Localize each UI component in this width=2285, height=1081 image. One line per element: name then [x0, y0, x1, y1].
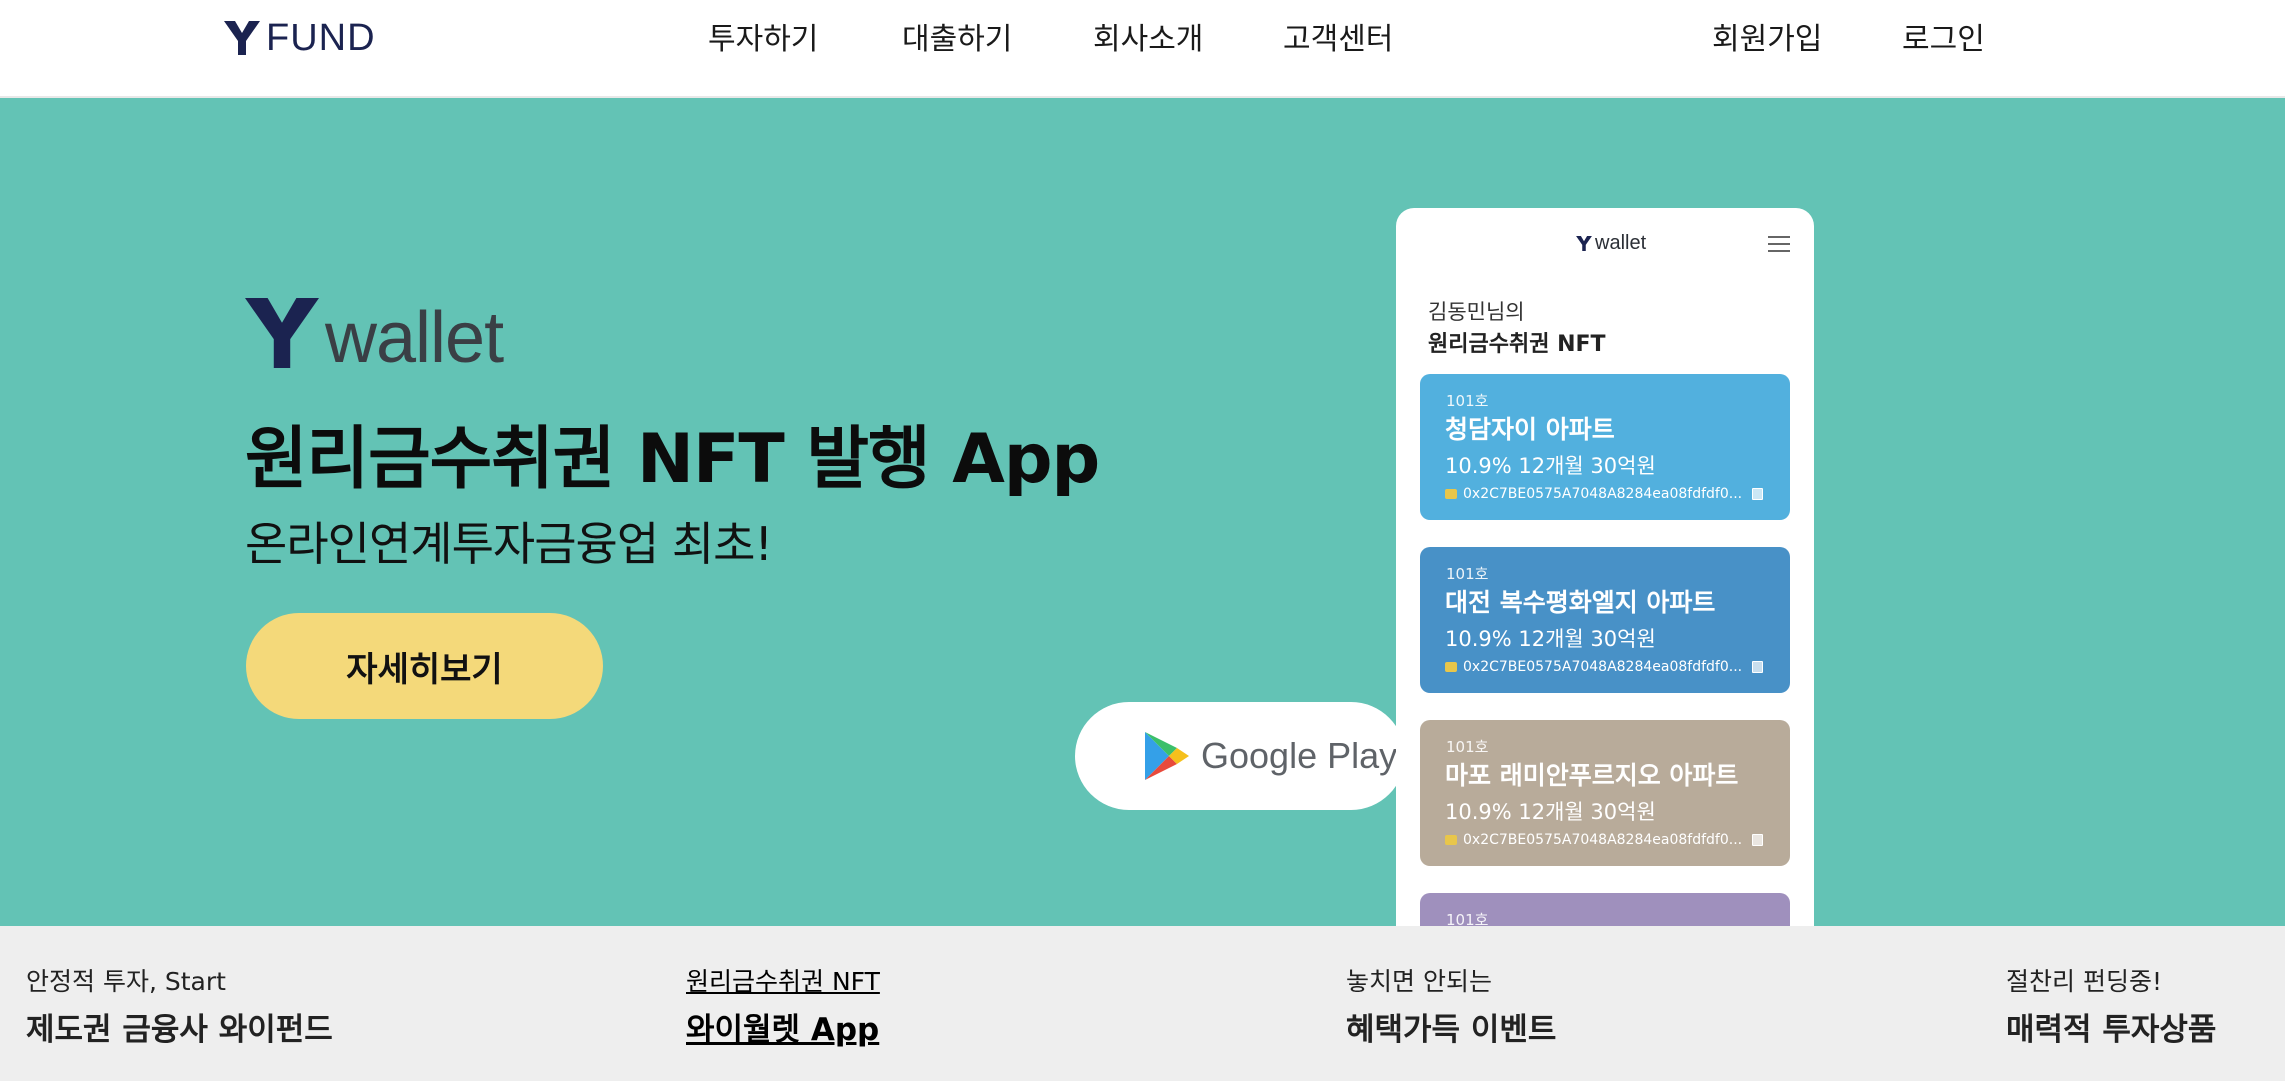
google-play-text: Google Play: [1201, 735, 1398, 776]
google-play-badge[interactable]: Google Play: [1075, 702, 1405, 810]
bottom-feature-bar: 안정적 투자, Start 제도권 금융사 와이펀드 원리금수취권 NFT 와이…: [0, 926, 2285, 1081]
bottom-item-title: 매력적 투자상품: [2006, 1012, 2217, 1048]
nft-address: 0x2C7BE0575A7048A8284ea08fdfdf0...: [1463, 832, 1743, 848]
site-header: FUND 투자하기 대출하기 회사소개 고객센터 회원가입 로그인: [0, 0, 2285, 98]
yfund-logo[interactable]: FUND: [224, 16, 376, 60]
nft-address-row: 0x2C7BE0575A7048A8284ea08fdfdf0...: [1445, 832, 1764, 848]
logo-text: FUND: [266, 16, 376, 59]
greeting-text: 김동민님의: [1428, 300, 1525, 324]
wallet-text: wallet: [325, 298, 504, 378]
bottom-item-caption: 안정적 투자, Start: [26, 967, 226, 996]
bottom-item-products[interactable]: 절찬리 펀딩중! 매력적 투자상품: [2006, 962, 2216, 1049]
nft-name: 마포 래미안푸르지오 아파트: [1445, 761, 1739, 790]
nft-address: 0x2C7BE0575A7048A8284ea08fdfdf0...: [1463, 486, 1743, 502]
hero-title: 원리금수취권 NFT 발행 App: [245, 420, 1100, 499]
bottom-item-wallet-app[interactable]: 원리금수취권 NFT 와이월렛 App: [686, 962, 880, 1049]
y-logo-icon: [224, 21, 260, 55]
bottom-item-title: 혜택가득 이벤트: [1346, 1012, 1557, 1048]
signup-link[interactable]: 회원가입: [1712, 14, 1822, 58]
bottom-item-caption: 놓치면 안되는: [1346, 967, 1492, 996]
nft-name: 대전 복수평화엘지 아파트: [1445, 588, 1716, 617]
phone-logo-text: wallet: [1595, 232, 1647, 254]
nav-loan[interactable]: 대출하기: [902, 14, 1012, 58]
nft-unit: 101호: [1446, 911, 1489, 926]
y-logo-icon: [1576, 236, 1592, 251]
nft-card[interactable]: 101호 마포 래미안푸르지오 아파트 10.9% 12개월 30억원 0x2C…: [1420, 720, 1790, 866]
wallet-chip-icon: [1445, 662, 1457, 672]
nav-invest[interactable]: 투자하기: [708, 14, 818, 58]
nft-address-row: 0x2C7BE0575A7048A8284ea08fdfdf0...: [1445, 486, 1764, 502]
copy-icon[interactable]: [1752, 661, 1764, 673]
nft-unit: 101호: [1446, 565, 1489, 583]
login-link[interactable]: 로그인: [1902, 14, 1985, 58]
google-play-icon: [1145, 732, 1189, 780]
nft-address: 0x2C7BE0575A7048A8284ea08fdfdf0...: [1463, 659, 1743, 675]
ywallet-logo: wallet: [245, 298, 504, 378]
phone-mockup: wallet 김동민님의 원리금수취권 NFT 101호 청담자이 아파트 10…: [1396, 208, 1814, 926]
nft-terms: 10.9% 12개월 30억원: [1445, 627, 1656, 651]
nft-card[interactable]: 101호 대전 복수평화엘지 아파트 10.9% 12개월 30억원 0x2C7…: [1420, 547, 1790, 693]
bottom-item-caption: 원리금수취권 NFT: [686, 967, 880, 996]
y-logo-icon: [245, 298, 319, 368]
copy-icon[interactable]: [1752, 488, 1764, 500]
wallet-chip-icon: [1445, 835, 1457, 845]
wallet-chip-icon: [1445, 489, 1457, 499]
bottom-item-title: 와이월렛 App: [686, 1012, 880, 1048]
phone-logo: wallet: [1576, 232, 1646, 255]
nav-support[interactable]: 고객센터: [1283, 14, 1393, 58]
nft-terms: 10.9% 12개월 30억원: [1445, 454, 1656, 478]
nft-address-row: 0x2C7BE0575A7048A8284ea08fdfdf0...: [1445, 659, 1764, 675]
bottom-item-company[interactable]: 안정적 투자, Start 제도권 금융사 와이펀드: [26, 962, 333, 1049]
hero-subtitle: 온라인연계투자금융업 최초!: [245, 517, 773, 571]
hero-banner: wallet 원리금수취권 NFT 발행 App 온라인연계투자금융업 최초! …: [0, 98, 2285, 926]
bottom-item-title: 제도권 금융사 와이펀드: [26, 1012, 333, 1048]
copy-icon[interactable]: [1752, 834, 1764, 846]
details-button[interactable]: 자세히보기: [246, 613, 603, 719]
nav-about[interactable]: 회사소개: [1093, 14, 1203, 58]
nft-unit: 101호: [1446, 392, 1489, 410]
hamburger-menu-icon[interactable]: [1768, 236, 1790, 257]
nft-unit: 101호: [1446, 738, 1489, 756]
phone-header: wallet: [1396, 208, 1814, 278]
bottom-item-caption: 절찬리 펀딩중!: [2006, 967, 2162, 996]
nft-heading: 원리금수취권 NFT: [1428, 332, 1606, 357]
nft-card[interactable]: 101호: [1420, 893, 1790, 926]
nft-terms: 10.9% 12개월 30억원: [1445, 800, 1656, 824]
nft-name: 청담자이 아파트: [1445, 415, 1615, 444]
bottom-item-events[interactable]: 놓치면 안되는 혜택가득 이벤트: [1346, 962, 1556, 1049]
nft-card[interactable]: 101호 청담자이 아파트 10.9% 12개월 30억원 0x2C7BE057…: [1420, 374, 1790, 520]
